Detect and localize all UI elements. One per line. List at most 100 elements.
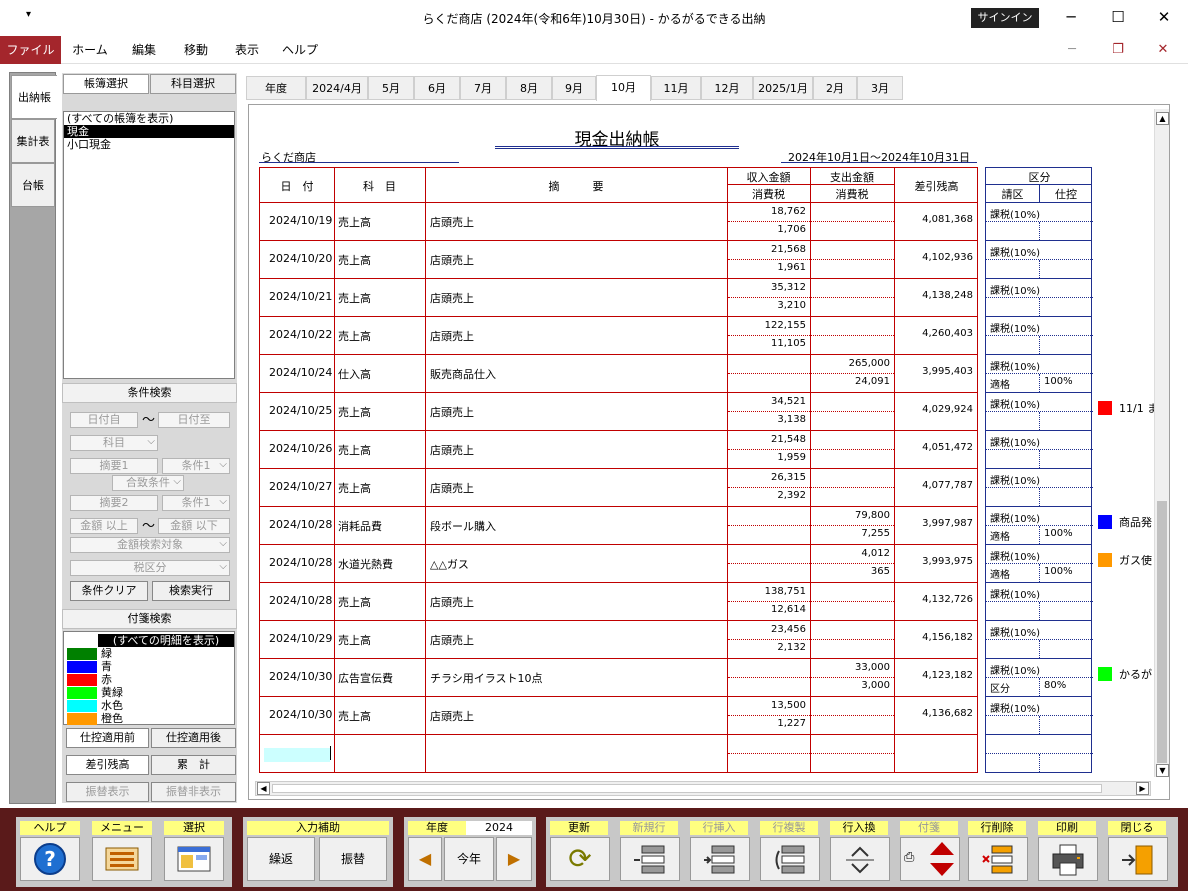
tab-month-mar[interactable]: 3月: [857, 76, 903, 100]
next-year-button[interactable]: ▶: [496, 837, 532, 881]
tax-category[interactable]: 課税(10%): [990, 396, 1040, 411]
sticky-note-text[interactable]: 11/1 ま: [1119, 400, 1158, 416]
tag-all-item[interactable]: (すべての明細を表示): [98, 634, 234, 647]
date-to-field[interactable]: 日付至: [158, 412, 230, 428]
tax-category[interactable]: 課税(10%): [990, 472, 1040, 487]
cumulative-button[interactable]: 累 計: [151, 755, 236, 775]
scroll-right-icon[interactable]: ▶: [1136, 782, 1149, 795]
tab-month-feb[interactable]: 2月: [813, 76, 857, 100]
tab-month-may[interactable]: 5月: [368, 76, 414, 100]
close-button[interactable]: [1108, 837, 1168, 881]
entry-account[interactable]: 消耗品費: [338, 518, 382, 534]
transfer-hide-button[interactable]: 振替非表示: [151, 782, 236, 802]
entry-account[interactable]: 売上高: [338, 404, 371, 420]
delete-row-button[interactable]: [968, 837, 1028, 881]
transfer-button[interactable]: 振替: [319, 837, 387, 881]
entry-memo[interactable]: 店頭売上: [430, 632, 474, 648]
entry-expense[interactable]: 4,012: [813, 548, 890, 559]
tab-month-aug[interactable]: 8月: [506, 76, 552, 100]
entry-memo[interactable]: 店頭売上: [430, 594, 474, 610]
update-button[interactable]: ⟳: [550, 837, 610, 881]
entry-memo[interactable]: 店頭売上: [430, 290, 474, 306]
tax-category[interactable]: 課税(10%): [990, 206, 1040, 221]
maximize-icon[interactable]: ☐: [1107, 6, 1129, 28]
help-button[interactable]: ?: [20, 837, 80, 881]
new-row-button[interactable]: [620, 837, 680, 881]
clear-conditions-button[interactable]: 条件クリア: [70, 581, 148, 601]
cond2-dropdown[interactable]: 条件1: [162, 495, 230, 511]
entry-memo[interactable]: 店頭売上: [430, 214, 474, 230]
entry-income-tax[interactable]: 12,614: [730, 604, 806, 615]
entry-account[interactable]: 売上高: [338, 214, 371, 230]
tab-cashbook[interactable]: 出納帳: [11, 75, 57, 119]
entry-account[interactable]: 売上高: [338, 632, 371, 648]
list-item[interactable]: 小口現金: [64, 138, 234, 151]
tab-move[interactable]: 移動: [172, 36, 220, 64]
entry-income[interactable]: 13,500: [730, 700, 806, 711]
print-button[interactable]: [1038, 837, 1098, 881]
entry-date[interactable]: 2024/10/28: [269, 594, 332, 607]
scroll-left-icon[interactable]: ◀: [257, 782, 270, 795]
entry-expense-tax[interactable]: 24,091: [813, 376, 890, 387]
deduction-rate[interactable]: 100%: [1044, 528, 1073, 539]
entry-income-tax[interactable]: 3,210: [730, 300, 806, 311]
doc-close-icon[interactable]: ✕: [1153, 40, 1173, 60]
entry-income[interactable]: 26,315: [730, 472, 806, 483]
tab-edit[interactable]: 編集: [120, 36, 168, 64]
entry-income[interactable]: 138,751: [730, 586, 806, 597]
memo2-field[interactable]: 摘要2: [70, 495, 158, 511]
entry-memo[interactable]: 店頭売上: [430, 252, 474, 268]
menu-button[interactable]: [92, 837, 152, 881]
entry-date[interactable]: 2024/10/24: [269, 366, 332, 379]
entry-income-tax[interactable]: 2,392: [730, 490, 806, 501]
tab-month-jul[interactable]: 7月: [460, 76, 506, 100]
entry-expense[interactable]: 265,000: [813, 358, 890, 369]
tax-category[interactable]: 課税(10%): [990, 320, 1040, 335]
entry-date[interactable]: 2024/10/30: [269, 670, 332, 683]
tax-category[interactable]: 課税(10%): [990, 244, 1040, 259]
new-entry-input[interactable]: [264, 748, 330, 762]
entry-date[interactable]: 2024/10/29: [269, 632, 332, 645]
invoice-class[interactable]: 適格: [990, 566, 1010, 581]
entry-account[interactable]: 売上高: [338, 328, 371, 344]
scroll-thumb[interactable]: [1157, 501, 1167, 763]
entry-date[interactable]: 2024/10/30: [269, 708, 332, 721]
scroll-down-icon[interactable]: ▼: [1156, 764, 1169, 777]
entry-memo[interactable]: 店頭売上: [430, 708, 474, 724]
entry-income-tax[interactable]: 11,105: [730, 338, 806, 349]
cond1-dropdown[interactable]: 条件1: [162, 458, 230, 474]
tax-category-dropdown[interactable]: 税区分: [70, 560, 230, 576]
tab-fiscal-year[interactable]: 年度: [246, 76, 306, 100]
tab-view[interactable]: 表示: [223, 36, 271, 64]
amount-target-dropdown[interactable]: 金額検索対象: [70, 537, 230, 553]
tax-category[interactable]: 課税(10%): [990, 624, 1040, 639]
before-deduction-button[interactable]: 仕控適用前: [66, 728, 149, 748]
balance-button[interactable]: 差引残高: [66, 755, 149, 775]
amount-min-field[interactable]: 金額 以上: [70, 518, 138, 534]
invoice-class[interactable]: 適格: [990, 528, 1010, 543]
entry-income[interactable]: 35,312: [730, 282, 806, 293]
entry-memo[interactable]: 段ボール購入: [430, 518, 496, 534]
entry-memo[interactable]: 店頭売上: [430, 442, 474, 458]
insert-row-button[interactable]: [690, 837, 750, 881]
deduction-rate[interactable]: 80%: [1044, 680, 1066, 691]
entry-income-tax[interactable]: 2,132: [730, 642, 806, 653]
tab-summary[interactable]: 集計表: [11, 119, 55, 163]
amount-max-field[interactable]: 金額 以下: [158, 518, 230, 534]
prev-year-button[interactable]: ◀: [408, 837, 442, 881]
tax-category[interactable]: 課税(10%): [990, 282, 1040, 297]
entry-date[interactable]: 2024/10/28: [269, 518, 332, 531]
sticky-note-marker[interactable]: [1098, 553, 1112, 567]
deduction-rate[interactable]: 100%: [1044, 376, 1073, 387]
entry-account[interactable]: 売上高: [338, 442, 371, 458]
tab-month-jun[interactable]: 6月: [414, 76, 460, 100]
scroll-thumb[interactable]: [272, 784, 1102, 793]
entry-income[interactable]: 122,155: [730, 320, 806, 331]
entry-account[interactable]: 売上高: [338, 708, 371, 724]
list-item[interactable]: (すべての帳簿を表示): [64, 112, 234, 125]
entry-memo[interactable]: 店頭売上: [430, 480, 474, 496]
sticky-note-text[interactable]: かるが: [1119, 666, 1152, 682]
deduction-rate[interactable]: 100%: [1044, 566, 1073, 577]
sticky-note-marker[interactable]: [1098, 515, 1112, 529]
tab-month-jan[interactable]: 2025/1月: [753, 76, 813, 100]
